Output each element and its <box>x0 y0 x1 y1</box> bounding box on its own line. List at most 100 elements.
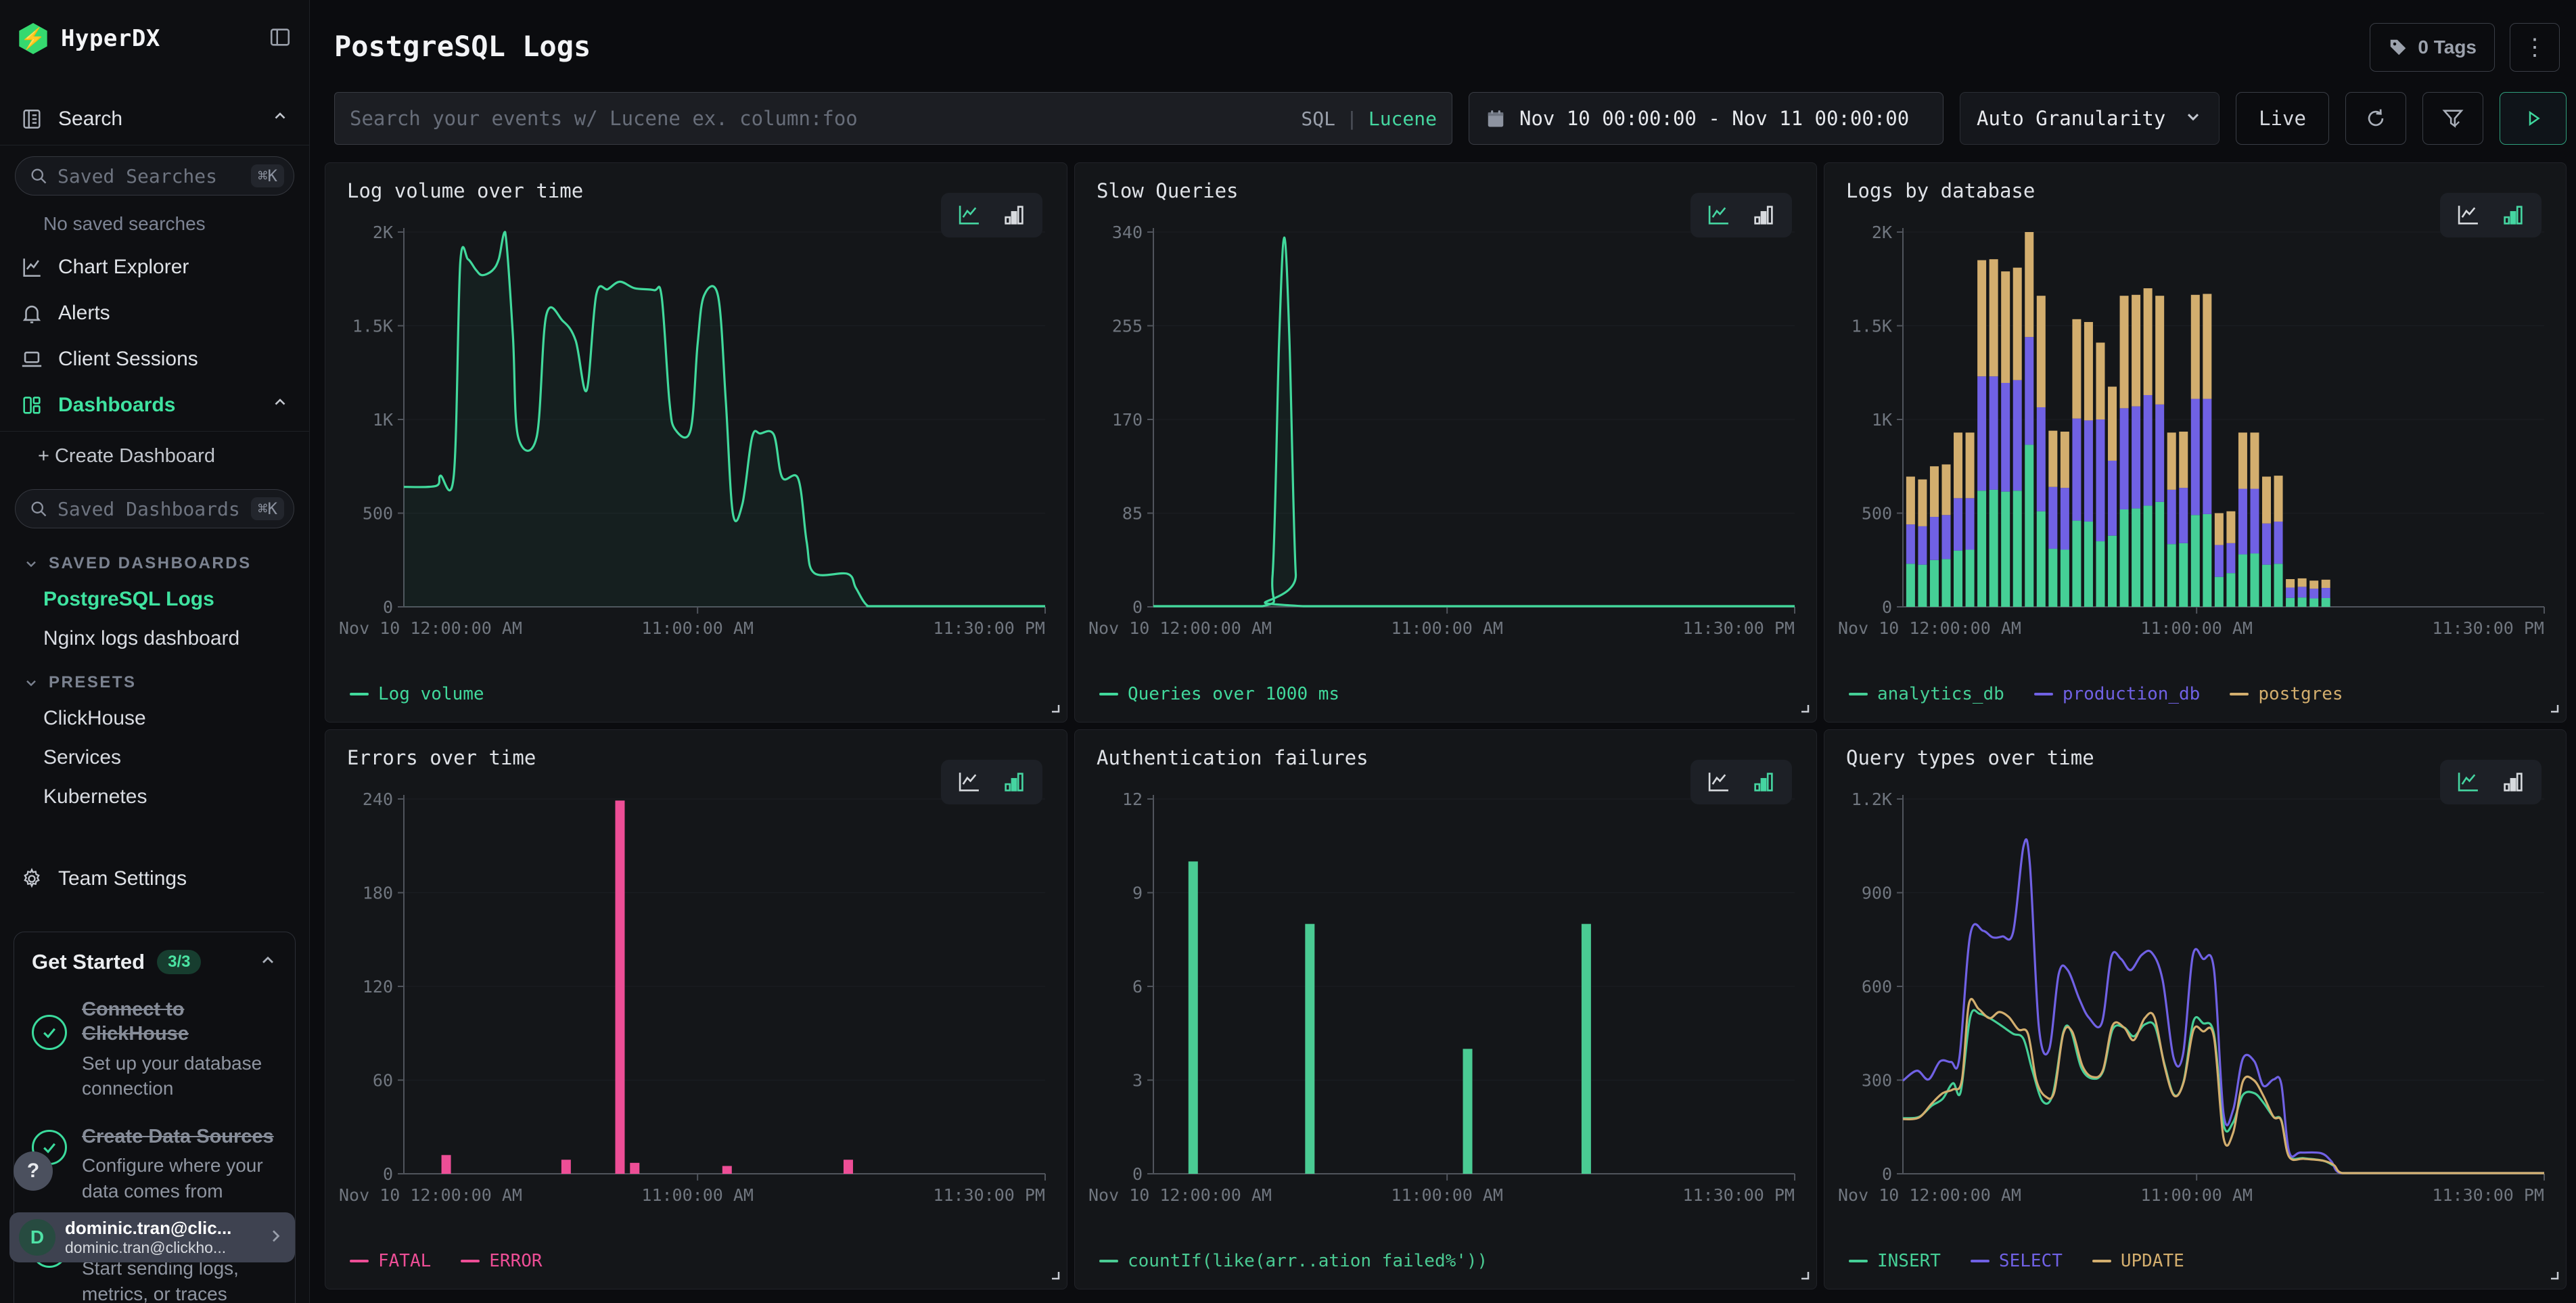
svg-text:1K: 1K <box>1872 410 1892 430</box>
tags-button[interactable]: 0 Tags <box>2370 23 2495 72</box>
bar-chart-icon[interactable] <box>2498 769 2528 795</box>
chart-type-toolbar <box>2440 193 2542 237</box>
sidebar-item-team-settings[interactable]: Team Settings <box>0 856 309 902</box>
resize-handle-icon[interactable] <box>1049 702 1060 716</box>
legend-entry[interactable]: production_db <box>2034 684 2201 704</box>
bar-chart-icon[interactable] <box>2498 202 2528 228</box>
chart-canvas[interactable]: 085170255340Nov 10 12:00:00 AM11:00:00 A… <box>1087 221 1800 645</box>
chart-canvas[interactable]: 060120180240Nov 10 12:00:00 AM11:00:00 A… <box>338 788 1051 1212</box>
line-chart-icon[interactable] <box>2454 202 2483 228</box>
line-chart-icon[interactable] <box>1704 202 1734 228</box>
section-label-text: SAVED DASHBOARDS <box>49 554 252 573</box>
get-started-badge: 3/3 <box>157 950 201 974</box>
refresh-icon <box>2364 107 2387 130</box>
user-menu[interactable]: D dominic.tran@clic... dominic.tran@clic… <box>9 1212 295 1262</box>
lucene-toggle[interactable]: Lucene <box>1368 108 1437 130</box>
legend-entry[interactable]: UPDATE <box>2092 1251 2184 1271</box>
presets-section[interactable]: PRESETS <box>0 658 309 699</box>
no-saved-searches-text: No saved searches <box>0 206 309 244</box>
legend-entry[interactable]: analytics_db <box>1849 684 2004 704</box>
chart-canvas[interactable]: 036912Nov 10 12:00:00 AM11:00:00 AM11:30… <box>1087 788 1800 1212</box>
run-query-button[interactable] <box>2500 92 2567 145</box>
refresh-button[interactable] <box>2345 92 2406 145</box>
legend-entry[interactable]: Log volume <box>350 684 484 704</box>
chevron-down-icon <box>23 555 39 572</box>
chart-canvas[interactable]: 03006009001.2KNov 10 12:00:00 AM11:00:00… <box>1837 788 2550 1212</box>
chart-svg: 085170255340Nov 10 12:00:00 AM11:00:00 A… <box>1087 221 1800 645</box>
svg-text:0: 0 <box>1132 1164 1143 1184</box>
legend-dash <box>1849 1260 1868 1262</box>
legend-entry[interactable]: countIf(like(arr..ation failed%')) <box>1099 1251 1488 1271</box>
sidebar-item-dashboards[interactable]: Dashboards <box>0 382 309 428</box>
line-chart-icon[interactable] <box>954 202 984 228</box>
svg-text:11:00:00 AM: 11:00:00 AM <box>2140 1185 2253 1205</box>
legend-label: SELECT <box>1999 1251 2063 1271</box>
saved-dashboards-section[interactable]: SAVED DASHBOARDS <box>0 539 309 580</box>
get-started-header[interactable]: Get Started 3/3 <box>32 950 277 974</box>
chart-canvas[interactable]: 05001K1.5K2KNov 10 12:00:00 AM11:00:00 A… <box>338 221 1051 645</box>
bar-chart-icon[interactable] <box>1749 202 1778 228</box>
brand-row: ⚡ HyperDX <box>0 0 309 61</box>
sql-toggle[interactable]: SQL <box>1301 108 1335 130</box>
user-name: dominic.tran@clic... <box>65 1218 256 1239</box>
legend-entry[interactable]: Queries over 1000 ms <box>1099 684 1339 704</box>
svg-text:11:00:00 AM: 11:00:00 AM <box>1391 1185 1503 1205</box>
sidebar-item-search[interactable]: Search <box>0 96 309 142</box>
sidebar-item-label: Client Sessions <box>58 348 198 371</box>
preset-link-clickhouse[interactable]: ClickHouse <box>0 699 309 738</box>
live-button[interactable]: Live <box>2236 92 2329 145</box>
line-chart-icon[interactable] <box>1704 769 1734 795</box>
sidebar-item-alerts[interactable]: Alerts <box>0 290 309 336</box>
bar-chart-icon[interactable] <box>999 202 1029 228</box>
bar-chart-icon[interactable] <box>1749 769 1778 795</box>
line-chart-icon[interactable] <box>2454 769 2483 795</box>
svg-text:2K: 2K <box>1872 223 1892 242</box>
preset-link-services[interactable]: Services <box>0 738 309 777</box>
legend-entry[interactable]: FATAL <box>350 1251 431 1271</box>
resize-handle-icon[interactable] <box>2548 1269 2559 1283</box>
sidebar-collapse-icon[interactable] <box>269 26 292 52</box>
panel-logs-by-database: Logs by database 05001K1.5K2KNov 10 12:00… <box>1824 162 2567 723</box>
resize-handle-icon[interactable] <box>2548 702 2559 716</box>
chart-title: Log volume over time <box>347 179 583 202</box>
sidebar-item-client-sessions[interactable]: Client Sessions <box>0 336 309 382</box>
preset-link-kubernetes[interactable]: Kubernetes <box>0 777 309 817</box>
chevron-up-icon[interactable] <box>258 951 277 974</box>
sidebar-item-chart-explorer[interactable]: Chart Explorer <box>0 244 309 290</box>
dashboard-link-nginx-logs[interactable]: Nginx logs dashboard <box>0 619 309 658</box>
legend-label: UPDATE <box>2121 1251 2184 1271</box>
svg-text:0: 0 <box>1132 597 1143 617</box>
bar-chart-icon[interactable] <box>999 769 1029 795</box>
chevron-up-icon[interactable] <box>271 108 289 131</box>
saved-dashboards-input[interactable] <box>58 498 242 520</box>
legend-dash <box>350 1260 369 1262</box>
get-started-item-connect[interactable]: Connect to ClickHouse Set up your databa… <box>32 997 277 1101</box>
saved-searches-input[interactable] <box>58 165 242 187</box>
chart-title: Logs by database <box>1846 179 2035 202</box>
legend-entry[interactable]: INSERT <box>1849 1251 1941 1271</box>
dashboard-link-postgresql-logs[interactable]: PostgreSQL Logs <box>0 580 309 619</box>
legend-entry[interactable]: ERROR <box>461 1251 542 1271</box>
resize-handle-icon[interactable] <box>1799 1269 1810 1283</box>
get-started-item-datasources[interactable]: Create Data Sources Configure where your… <box>32 1124 277 1204</box>
chart-canvas[interactable]: 05001K1.5K2KNov 10 12:00:00 AM11:00:00 A… <box>1837 221 2550 645</box>
resize-handle-icon[interactable] <box>1049 1269 1060 1283</box>
resize-handle-icon[interactable] <box>1799 702 1810 716</box>
time-range-picker[interactable]: Nov 10 00:00:00 - Nov 11 00:00:00 <box>1469 92 1944 145</box>
line-chart-icon[interactable] <box>954 769 984 795</box>
chevron-up-icon[interactable] <box>271 394 289 417</box>
legend-dash <box>2034 693 2053 695</box>
legend-dash <box>350 693 369 695</box>
legend-entry[interactable]: postgres <box>2230 684 2343 704</box>
chart-svg: 03006009001.2KNov 10 12:00:00 AM11:00:00… <box>1837 788 2550 1212</box>
svg-text:Nov 10 12:00:00 AM: Nov 10 12:00:00 AM <box>339 1185 522 1205</box>
event-search-input[interactable] <box>350 107 1301 130</box>
dashboard-menu-button[interactable]: ⋮ <box>2510 23 2560 72</box>
legend-label: Log volume <box>378 684 484 704</box>
legend-entry[interactable]: SELECT <box>1971 1251 2063 1271</box>
svg-text:300: 300 <box>1862 1071 1892 1091</box>
filter-button[interactable] <box>2422 92 2483 145</box>
granularity-select[interactable]: Auto Granularity <box>1960 92 2220 145</box>
create-dashboard-button[interactable]: + Create Dashboard <box>0 434 309 478</box>
help-button[interactable]: ? <box>14 1151 53 1191</box>
